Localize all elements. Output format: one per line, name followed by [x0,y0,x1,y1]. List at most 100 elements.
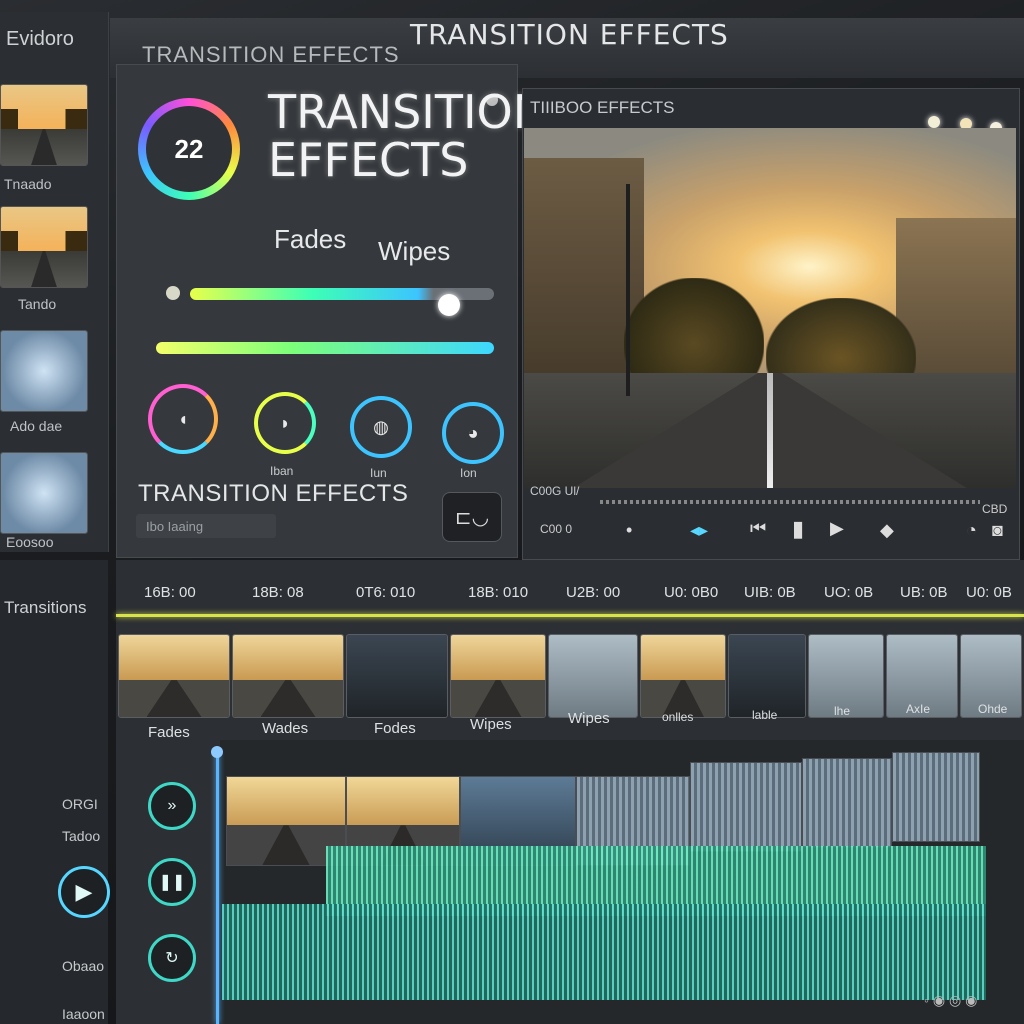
clip-label: Wipes [470,716,512,733]
forward-icon: » [167,797,177,814]
track-label: ORGI [62,796,98,812]
drop-icon: ◕ [467,422,479,443]
status-icons: ◦ ◉ ◎ ◉ [924,992,978,1008]
play-icon[interactable]: ▮ [792,516,804,542]
apply-icon: ⊏◡ [454,506,490,529]
sidebar-thumbnail-2[interactable] [0,206,88,288]
video-preview[interactable] [524,128,1016,488]
slider-1-start-handle[interactable] [166,286,180,300]
skip-forward-icon[interactable]: ◆ [880,520,894,541]
transition-clip-7[interactable] [728,634,806,718]
playback-time: C00 0 [540,522,573,536]
effects-title-line-2: EFFECTS [268,133,469,187]
preview-header: TIIIBOO EFFECTS [530,98,675,117]
audio-track-2[interactable] [222,904,986,1000]
effect-name-field[interactable]: Ibo Iaaing [136,514,276,538]
ruler-tick: U0: 0B [966,584,1012,601]
sidebar-thumbnail-3[interactable] [0,330,88,412]
transition-clip-2[interactable] [232,634,344,718]
loop-icon: ↻ [165,950,179,967]
timeline-ruler: 16B: 00 18B: 08 0T6: 010 18B: 010 U2B: 0… [116,578,1024,612]
clip-label: AxIe [906,702,931,716]
ruler-tick: UO: 0B [824,584,874,601]
pause-icon: ❚❚ [158,874,186,891]
play-icon: ▶ [75,879,93,904]
ruler-tick: UB: 0B [900,584,948,601]
skip-back-icon[interactable]: ⏮ [750,518,766,539]
play-timeline-button[interactable]: ▶ [58,866,110,918]
effect-ring-2[interactable]: ◗ [254,392,316,454]
playback-controls: C00 0 • ◂▸ ⏮ ▮ ▶ ◆ ◔ ◙ [530,516,1010,548]
track-label: Iaaoon [62,1006,105,1022]
ruler-tick: UIB: 0B [744,584,796,601]
sidebar-lower [0,560,108,1024]
transition-clip-4[interactable] [450,634,546,718]
clip-label: lable [752,708,778,722]
option-fades[interactable]: Fades [274,224,346,255]
sidebar-item-label: Tando [18,296,57,312]
effects-title: TRANSITION EFFECTS [268,88,547,184]
option-wipes[interactable]: Wipes [378,236,450,267]
effect-ring-4-label: Ion [460,466,477,480]
effects-panel-header: TRANSITION EFFECTS [142,42,400,67]
effect-ring-3[interactable]: ◍ [350,396,412,458]
track-label: Obaao [62,958,105,974]
rewind-icon[interactable]: ◂▸ [690,520,708,541]
sidebar-item-label: Ado dae [10,418,63,434]
effect-ring-1[interactable]: ◖ [148,384,218,454]
pause-track-button[interactable]: ❚❚ [148,858,196,906]
step-back-icon[interactable]: • [626,520,632,541]
volume-icon[interactable]: ◔ [966,520,977,541]
fade-icon: ◖ [177,408,189,429]
effect-ring-2-label: Iban [270,464,294,478]
ruler-tick: U0: 0B0 [664,584,719,601]
playhead[interactable] [216,752,219,1024]
clip-label: Fodes [374,720,416,737]
preview-progress-bar[interactable] [600,500,980,504]
clip-label: Wades [262,720,309,737]
effect-count: 22 [146,106,232,192]
sidebar-item-label: Tnaado [4,176,52,192]
video-clip-7[interactable] [892,752,980,842]
ruler-tick: 18B: 08 [252,584,304,601]
preview-end-time: CBD [982,502,1008,516]
apply-effect-button[interactable]: ⊏◡ [442,492,502,542]
intensity-slider[interactable] [156,342,494,354]
effect-ring-3-label: Iun [370,466,387,480]
transition-track-button[interactable]: » [148,782,196,830]
playhead-handle[interactable] [211,746,223,758]
ruler-tick: 0T6: 010 [356,584,416,601]
preview-scrub-time: C00G Ul/ [530,484,580,498]
slide-icon: ◍ [373,416,389,437]
effect-count-ring[interactable]: 22 [138,98,240,200]
sidebar-thumbnail-4[interactable] [0,452,88,534]
ruler-tick: 16B: 00 [144,584,196,601]
fullscreen-icon[interactable]: ◙ [992,520,1003,541]
clip-label: Ohde [978,702,1008,716]
video-clip-6[interactable] [802,758,892,848]
timeline-marker-line[interactable] [116,614,1024,617]
effects-title-line-1: TRANSITION [268,85,548,139]
window-title: TRANSITION EFFECTS [410,18,729,51]
effect-ring-4[interactable]: ◕ [442,402,504,464]
effects-footer-label: TRANSITION EFFECTS [138,480,409,507]
track-label: Tadoo [62,828,101,844]
sidebar-thumbnail-1[interactable] [0,84,88,166]
clip-label: Fades [148,724,190,741]
transition-clip-6[interactable] [640,634,726,718]
loop-track-button[interactable]: ↻ [148,934,196,982]
clip-label: Wipes [568,710,610,727]
video-clip-5[interactable] [690,762,802,852]
window-dot-1[interactable] [928,116,940,128]
app-brand: Evidoro [6,28,74,50]
transition-clip-1[interactable] [118,634,230,718]
clip-label: onlles [662,710,694,724]
transitions-section-label: Transitions [4,598,87,617]
ruler-tick: 18B: 010 [468,584,529,601]
transition-clip-3[interactable] [346,634,448,718]
clip-label: lhe [834,704,851,718]
duration-slider-knob[interactable] [438,294,460,316]
transition-clip-5[interactable] [548,634,638,718]
ruler-tick: U2B: 00 [566,584,621,601]
play-forward-icon[interactable]: ▶ [830,518,844,539]
